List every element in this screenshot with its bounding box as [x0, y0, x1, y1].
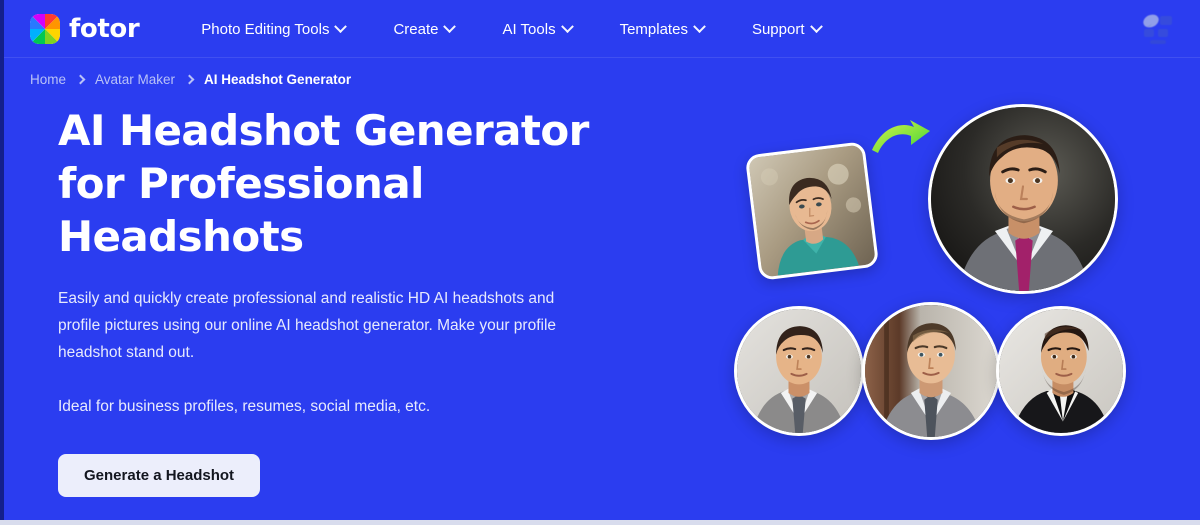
- hero-description: Easily and quickly create professional a…: [58, 290, 557, 361]
- hero-section: AI Headshot Generator for Professional H…: [58, 104, 658, 497]
- chevron-down-icon: [693, 19, 706, 33]
- nav-item-create[interactable]: Create: [369, 15, 478, 44]
- nav-item-support[interactable]: Support: [728, 15, 845, 44]
- account-button[interactable]: [1132, 4, 1184, 52]
- result-headshot-2: [862, 302, 1000, 440]
- source-photo-card: [744, 141, 880, 281]
- brand-name: fotor: [69, 14, 140, 44]
- chevron-down-icon: [443, 19, 457, 33]
- breadcrumb-item-home[interactable]: Home: [30, 72, 66, 87]
- main-navigation: Photo Editing Tools Create AI Tools Temp…: [177, 15, 844, 44]
- result-headshot-3: [996, 306, 1126, 436]
- nav-label: Create: [393, 20, 439, 38]
- generate-headshot-button[interactable]: Generate a Headshot: [58, 454, 261, 497]
- chevron-right-icon: [75, 74, 86, 85]
- result-headshot-1: [734, 306, 864, 436]
- hero-subtext: Ideal for business profiles, resumes, so…: [58, 398, 431, 415]
- breadcrumb-item-current: AI Headshot Generator: [204, 72, 352, 87]
- bottom-edge-strip: [0, 520, 1200, 525]
- nav-item-photo-editing-tools[interactable]: Photo Editing Tools: [177, 15, 369, 44]
- chevron-down-icon: [809, 19, 823, 33]
- hero-image-collage: [700, 90, 1180, 470]
- breadcrumb-item-avatar-maker[interactable]: Avatar Maker: [95, 72, 175, 87]
- page-root: fotor Photo Editing Tools Create AI Tool…: [0, 0, 1200, 525]
- site-header: fotor Photo Editing Tools Create AI Tool…: [0, 0, 1200, 58]
- nav-label: Support: [751, 20, 805, 38]
- chevron-down-icon: [334, 19, 348, 33]
- nav-label: Templates: [619, 20, 688, 38]
- breadcrumb: Home Avatar Maker AI Headshot Generator: [30, 72, 351, 87]
- main-result-headshot: [928, 104, 1118, 294]
- brand-logo-link[interactable]: fotor: [30, 14, 140, 44]
- nav-item-templates[interactable]: Templates: [596, 15, 728, 44]
- chevron-down-icon: [560, 19, 574, 33]
- page-title: AI Headshot Generator for Professional H…: [58, 106, 589, 261]
- nav-item-ai-tools[interactable]: AI Tools: [478, 15, 595, 44]
- nav-label: Photo Editing Tools: [201, 20, 330, 38]
- nav-label: AI Tools: [502, 20, 556, 38]
- fotor-color-wheel-logo-icon: [30, 14, 60, 44]
- user-avatar-icon: [1136, 7, 1180, 49]
- left-gutter: [0, 0, 4, 520]
- curved-green-arrow-icon: [870, 118, 932, 166]
- chevron-right-icon: [184, 74, 195, 85]
